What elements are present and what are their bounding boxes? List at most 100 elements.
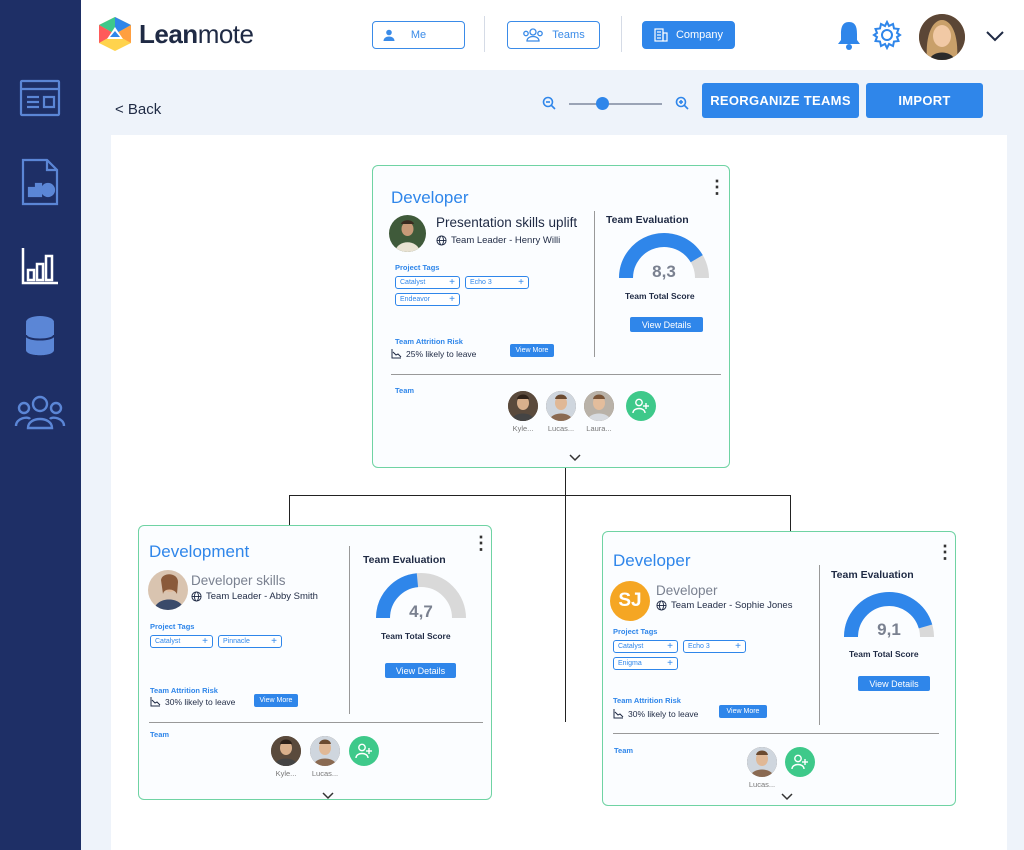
- more-options-icon[interactable]: ⋮: [936, 543, 954, 561]
- zoom-in-icon[interactable]: [675, 96, 689, 115]
- user-avatar[interactable]: [919, 14, 965, 60]
- team-name: Development: [149, 542, 250, 561]
- team-leader-avatar: [389, 215, 426, 252]
- nav-teams-button[interactable]: Teams: [507, 21, 600, 49]
- member-avatar: [508, 391, 538, 421]
- project-tag[interactable]: Echo 3 +: [465, 276, 529, 289]
- nav-me-label: Me: [410, 29, 427, 41]
- bell-icon[interactable]: [836, 20, 862, 55]
- attrition-value: 25% likely to leave: [406, 349, 477, 359]
- project-tag[interactable]: Echo 3 +: [683, 640, 746, 653]
- project-tag[interactable]: Pinnacle +: [218, 635, 282, 648]
- score-label: Team Total Score: [849, 649, 919, 659]
- nav-me-button[interactable]: Me: [372, 21, 465, 49]
- zoom-slider-track[interactable]: [569, 103, 662, 105]
- team-leader-name: Team Leader - Sophie Jones: [671, 600, 793, 611]
- sidebar: [0, 0, 81, 850]
- plus-icon: +: [449, 293, 455, 305]
- attrition-risk: 30% likely to leave: [150, 697, 235, 707]
- report-icon[interactable]: [16, 158, 64, 206]
- add-member-button[interactable]: [626, 391, 656, 421]
- dashboard-icon[interactable]: [16, 74, 64, 122]
- brand-logo[interactable]: Leanmote: [97, 15, 254, 53]
- view-details-button[interactable]: View Details: [858, 676, 930, 691]
- gear-icon[interactable]: [872, 19, 902, 55]
- team-member[interactable]: Laura...: [582, 391, 616, 433]
- score-value: 4,7: [409, 602, 433, 621]
- analytics-icon[interactable]: [16, 242, 64, 290]
- score-value: 8,3: [652, 262, 676, 281]
- add-user-icon: [632, 398, 649, 414]
- brand-name: Leanmote: [139, 18, 254, 49]
- project-tag[interactable]: Catalyst +: [613, 640, 678, 653]
- team-member[interactable]: Lucas...: [544, 391, 578, 433]
- view-more-button[interactable]: View More: [719, 705, 767, 718]
- plus-icon: +: [449, 276, 455, 288]
- view-details-button[interactable]: View Details: [630, 317, 703, 332]
- team-card-right[interactable]: Developer ⋮ SJ Developer Team Leader - S…: [602, 531, 956, 806]
- expand-chevron-icon[interactable]: [781, 788, 793, 806]
- zoom-slider-handle[interactable]: [595, 97, 609, 110]
- divider: [349, 546, 350, 714]
- plus-icon: +: [667, 657, 673, 669]
- project-tag[interactable]: Endeavor +: [395, 293, 460, 306]
- attrition-risk-label: Team Attrition Risk: [613, 696, 681, 705]
- chevron-down-icon[interactable]: [985, 29, 1005, 47]
- connector-line: [565, 467, 566, 722]
- import-button[interactable]: IMPORT: [866, 83, 983, 118]
- database-icon[interactable]: [16, 312, 64, 360]
- plus-icon: +: [518, 276, 524, 288]
- nav-company-button[interactable]: Company: [642, 21, 735, 49]
- zoom-out-icon[interactable]: [542, 96, 556, 115]
- view-more-button[interactable]: View More: [510, 344, 554, 357]
- view-details-button[interactable]: View Details: [385, 663, 456, 678]
- team-card-top[interactable]: Developer ⋮ Presentation skills uplift T…: [372, 165, 730, 468]
- user-icon: [383, 29, 395, 41]
- plus-icon: +: [271, 635, 277, 647]
- expand-chevron-icon[interactable]: [569, 449, 581, 467]
- member-name: Kyle...: [275, 769, 297, 778]
- more-options-icon[interactable]: ⋮: [472, 534, 490, 552]
- project-tag[interactable]: Catalyst +: [395, 276, 460, 289]
- team-member[interactable]: Kyle...: [269, 736, 303, 778]
- team-card-left[interactable]: Development ⋮ Developer skills Team Lead…: [138, 525, 492, 800]
- teams-icon: [523, 28, 544, 42]
- reorganize-teams-button[interactable]: REORGANIZE TEAMS: [702, 83, 859, 118]
- back-link[interactable]: < Back: [115, 101, 161, 118]
- team-leader: Team Leader - Abby Smith: [191, 591, 318, 602]
- globe-icon: [436, 235, 447, 246]
- team-label: Team: [395, 386, 415, 395]
- member-name: Lucas...: [547, 424, 575, 433]
- team-leader-name: Team Leader - Henry Willi: [451, 235, 561, 246]
- team-member[interactable]: Lucas...: [308, 736, 342, 778]
- project-tags-label: Project Tags: [613, 627, 658, 636]
- nav-company-label: Company: [675, 29, 724, 41]
- team-name: Developer: [613, 551, 691, 570]
- add-member-button[interactable]: [785, 747, 815, 777]
- team-evaluation-title: Team Evaluation: [606, 214, 689, 226]
- member-avatar: [546, 391, 576, 421]
- add-member-button[interactable]: [349, 736, 379, 766]
- attrition-risk: 25% likely to leave: [391, 349, 476, 359]
- team-evaluation-title: Team Evaluation: [831, 569, 914, 581]
- people-icon[interactable]: [13, 390, 67, 438]
- top-header: Leanmote Me Teams Company: [81, 0, 1024, 70]
- team-member[interactable]: Lucas...: [745, 747, 779, 789]
- globe-icon: [191, 591, 202, 602]
- project-title: Developer: [656, 583, 718, 598]
- score-label: Team Total Score: [625, 291, 695, 301]
- project-tag[interactable]: Catalyst +: [150, 635, 213, 648]
- connector-line: [289, 495, 290, 525]
- view-more-button[interactable]: View More: [254, 694, 298, 707]
- expand-chevron-icon[interactable]: [322, 787, 334, 805]
- attrition-risk-label: Team Attrition Risk: [150, 686, 218, 695]
- score-label: Team Total Score: [381, 631, 451, 641]
- project-tag[interactable]: Enigma +: [613, 657, 678, 670]
- trend-chart-icon: [150, 697, 161, 707]
- team-member[interactable]: Kyle...: [506, 391, 540, 433]
- trend-chart-icon: [391, 349, 402, 359]
- attrition-risk-label: Team Attrition Risk: [395, 337, 463, 346]
- team-label: Team: [614, 746, 634, 755]
- more-options-icon[interactable]: ⋮: [708, 178, 726, 196]
- member-avatar: [271, 736, 301, 766]
